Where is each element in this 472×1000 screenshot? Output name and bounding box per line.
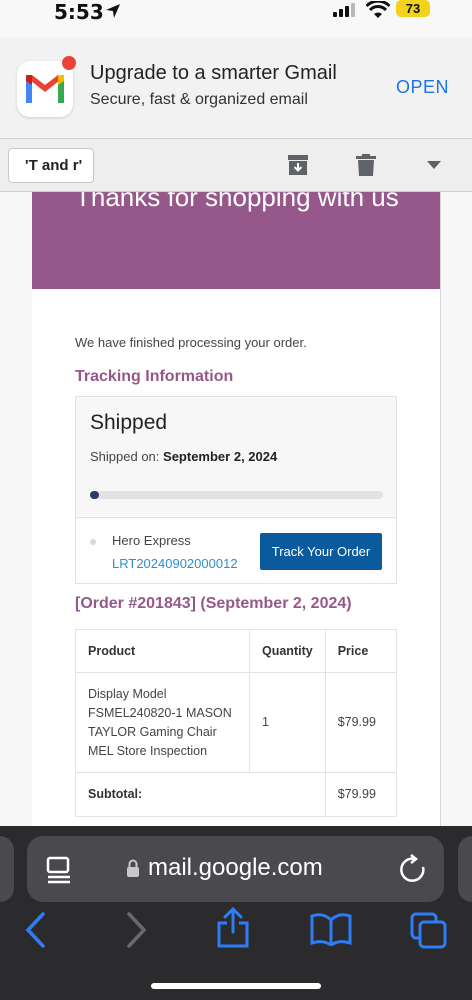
tracking-number-link[interactable]: LRT20240902000012 xyxy=(112,556,238,571)
back-button[interactable]: 'T and r' xyxy=(8,148,94,183)
header-product: Product xyxy=(75,629,250,673)
shipment-progress-bar xyxy=(90,491,383,499)
url-text: mail.google.com xyxy=(148,854,323,881)
back-chevron-icon[interactable] xyxy=(24,912,46,948)
shipment-status: Shipped xyxy=(90,411,168,434)
order-heading: [Order #201843] (September 2, 2024) xyxy=(75,595,352,612)
previous-tab-peek[interactable] xyxy=(0,836,14,902)
share-icon[interactable] xyxy=(216,906,250,948)
status-time: 5:53 xyxy=(54,0,104,24)
forward-chevron-icon[interactable] xyxy=(126,912,148,948)
email-toolbar: 'T and r' xyxy=(0,138,472,192)
address-bar[interactable]: mail.google.com xyxy=(27,836,444,902)
notification-dot xyxy=(62,56,76,70)
subtotal-value: $79.99 xyxy=(324,772,398,817)
shipped-on-date: September 2, 2024 xyxy=(163,449,278,464)
tracking-heading: Tracking Information xyxy=(75,368,234,385)
hero-text: Thanks for shopping with us xyxy=(75,192,399,212)
lock-icon xyxy=(127,859,139,877)
cellular-signal-icon xyxy=(333,3,355,17)
status-bar: 5:53 73 xyxy=(0,0,472,38)
shipment-progress-fill xyxy=(90,491,99,499)
open-app-button[interactable]: OPEN xyxy=(396,77,449,98)
browser-bottom-bar: mail.google.com xyxy=(0,826,472,1000)
tracking-status-area: Shipped Shipped on: September 2, 2024 xyxy=(76,397,396,518)
wifi-icon xyxy=(366,1,390,18)
app-install-banner: Upgrade to a smarter Gmail Secure, fast … xyxy=(0,38,472,138)
battery-indicator: 73 xyxy=(396,0,430,17)
location-arrow-icon xyxy=(106,4,120,18)
archive-icon[interactable] xyxy=(286,153,310,177)
shipped-on-label: Shipped on: xyxy=(90,449,160,464)
banner-title: Upgrade to a smarter Gmail xyxy=(90,62,337,84)
price-cell: $79.99 xyxy=(324,672,398,773)
tabs-icon[interactable] xyxy=(410,912,448,950)
email-body: Thanks for shopping with us We have fini… xyxy=(0,192,472,826)
table-header-row: Product Quantity Price xyxy=(75,629,398,673)
back-button-label: 'T and r' xyxy=(25,157,83,174)
more-options-dropdown-icon[interactable] xyxy=(427,161,441,169)
next-tab-peek[interactable] xyxy=(458,836,472,902)
intro-text: We have finished processing your order. xyxy=(75,335,307,350)
header-price: Price xyxy=(324,629,398,673)
tracking-panel: Shipped Shipped on: September 2, 2024 He… xyxy=(75,396,397,584)
track-order-button[interactable]: Track Your Order xyxy=(260,533,382,570)
carrier-name: Hero Express xyxy=(112,533,191,548)
carrier-dot-icon xyxy=(90,539,96,545)
quantity-cell: 1 xyxy=(249,672,326,773)
trash-icon[interactable] xyxy=(355,153,377,177)
banner-subtitle: Secure, fast & organized email xyxy=(90,91,308,108)
subtotal-label: Subtotal: xyxy=(75,772,326,817)
email-border-right xyxy=(440,192,441,826)
bookmarks-icon[interactable] xyxy=(310,912,352,946)
page-menu-icon[interactable] xyxy=(46,856,72,884)
shipped-on-line: Shipped on: September 2, 2024 xyxy=(90,449,277,464)
header-quantity: Quantity xyxy=(249,629,326,673)
product-cell: Display Model FSMEL240820-1 MASON TAYLOR… xyxy=(75,672,250,773)
table-row: Display Model FSMEL240820-1 MASON TAYLOR… xyxy=(75,672,398,773)
home-indicator xyxy=(151,983,321,989)
reload-icon[interactable] xyxy=(399,854,427,884)
order-table: Product Quantity Price Display Model FSM… xyxy=(75,629,398,817)
gmail-logo-icon xyxy=(17,56,76,117)
email-hero-banner: Thanks for shopping with us xyxy=(32,192,440,289)
subtotal-row: Subtotal: $79.99 xyxy=(75,772,398,817)
email-card: We have finished processing your order. … xyxy=(32,289,440,826)
